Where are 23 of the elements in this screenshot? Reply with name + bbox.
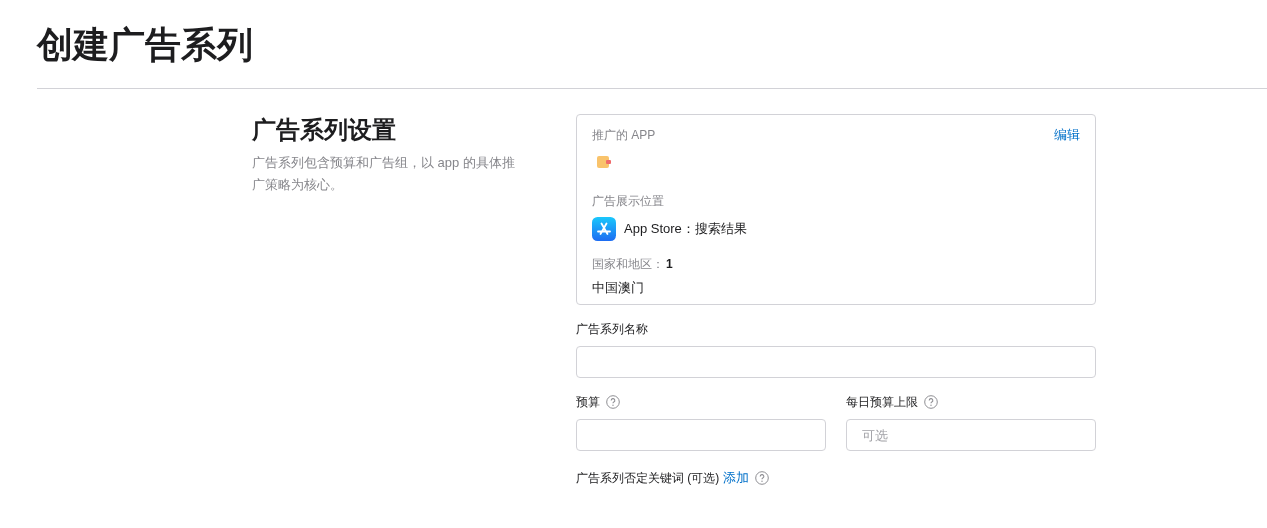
- field-label: 国家和地区：: [592, 256, 664, 273]
- help-icon[interactable]: [606, 395, 620, 409]
- text-field[interactable]: [576, 419, 826, 451]
- help-icon[interactable]: [924, 395, 938, 409]
- region-count: 1: [666, 256, 673, 273]
- field-label: 推广的 APP: [592, 127, 656, 144]
- field-label: 每日预算上限: [846, 394, 918, 411]
- app-store-icon: [592, 217, 616, 241]
- field-label: 预算: [576, 394, 600, 411]
- placement-text: App Store：搜索结果: [624, 220, 747, 238]
- section-title: 广告系列设置: [252, 115, 396, 145]
- page-title: 创建广告系列: [37, 23, 253, 67]
- text-field[interactable]: [576, 346, 1096, 378]
- field-label: 广告展示位置: [592, 194, 664, 208]
- add-link[interactable]: 添加: [723, 469, 750, 487]
- app-icon: [597, 156, 613, 168]
- text-field[interactable]: 可选: [846, 419, 1096, 451]
- section-description: 广告系列包含预算和广告组，以 app 的具体推广策略为核心。: [252, 154, 516, 194]
- region-text: 中国澳门: [592, 280, 644, 295]
- edit-link[interactable]: 编辑: [1054, 126, 1080, 144]
- help-icon[interactable]: [755, 471, 770, 485]
- field-label: 广告系列名称: [576, 321, 648, 338]
- field-label: 广告系列否定关键词 (可选): [576, 470, 720, 487]
